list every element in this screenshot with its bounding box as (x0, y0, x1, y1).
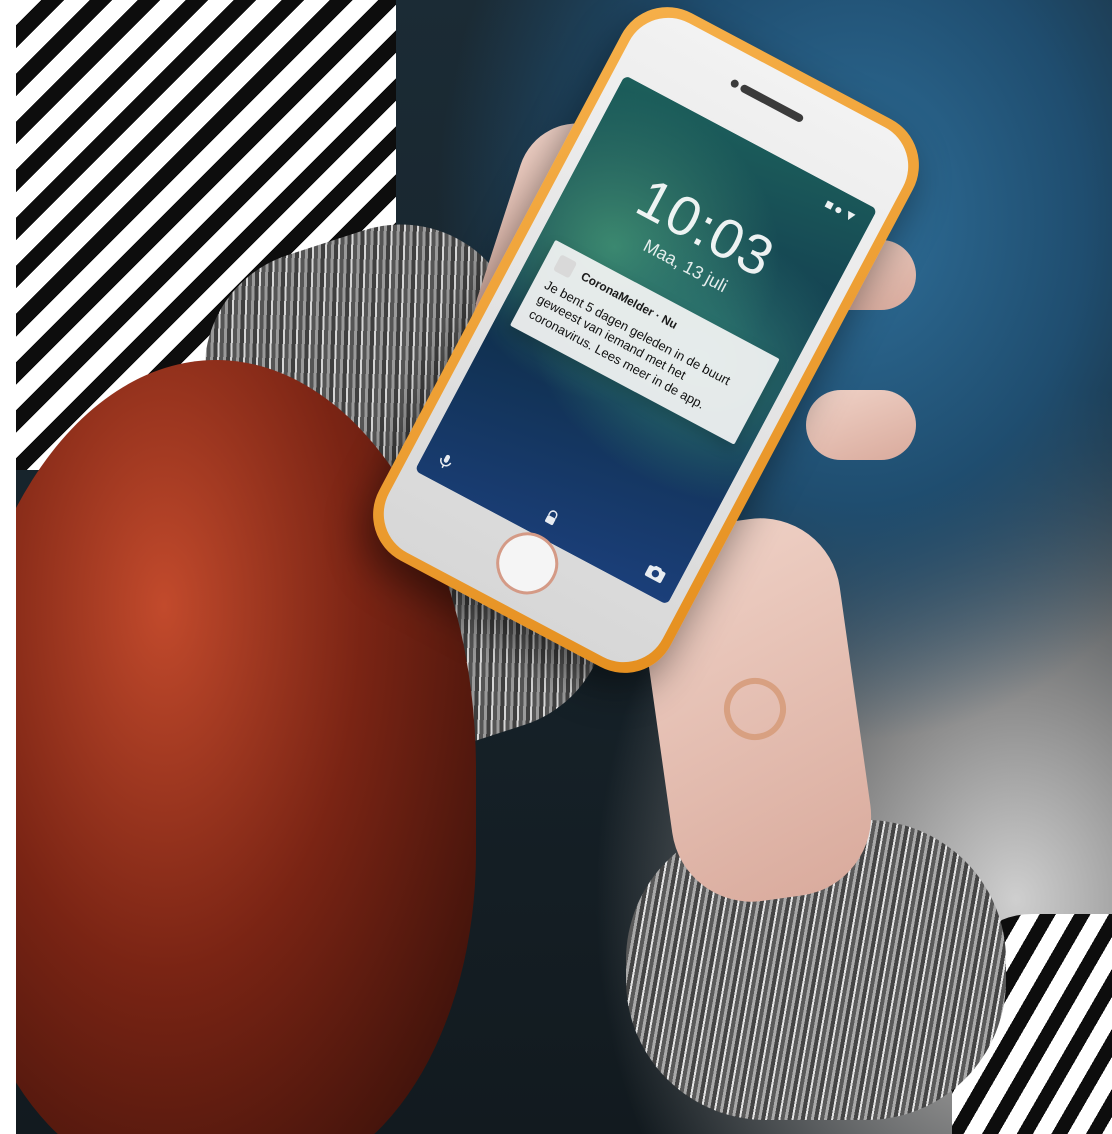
lock-icon[interactable] (539, 504, 565, 532)
camera-icon[interactable] (641, 558, 671, 588)
app-icon (552, 254, 578, 279)
mic-icon[interactable] (433, 447, 459, 475)
status-bar: ■●▼ (822, 195, 863, 227)
finger-2 (806, 390, 916, 460)
photo-scene: ■●▼ 10:03 Maa, 13 juli CoronaMelder · Nu… (16, 0, 1112, 1134)
